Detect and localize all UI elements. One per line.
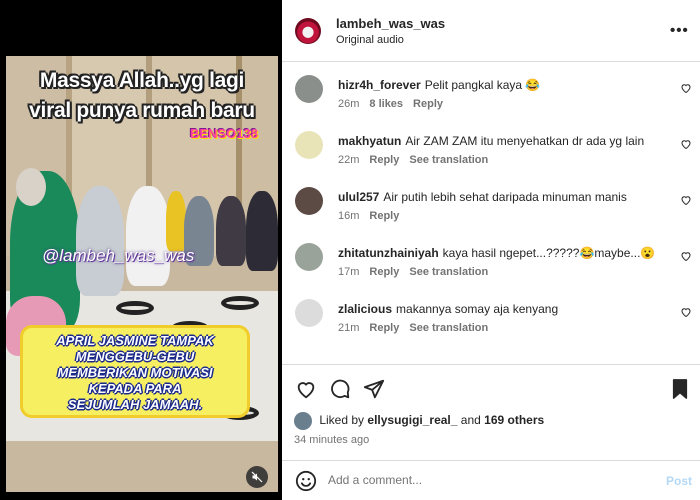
avatar[interactable] [295, 299, 323, 327]
more-options-icon[interactable]: ••• [670, 22, 689, 39]
reply-button[interactable]: Reply [413, 98, 443, 110]
heart-icon[interactable] [680, 306, 692, 318]
person-figure [76, 186, 124, 296]
overlay-title-line: Massya Allah..yg lagi [39, 69, 245, 92]
caption-line: SEJUMLAH JAMAAH. [67, 397, 203, 412]
person-figure [126, 186, 170, 286]
likes-prefix: Liked by [319, 413, 365, 428]
avatar[interactable] [294, 412, 312, 430]
comment-time: 17m [338, 266, 360, 278]
add-comment-bar: Post [282, 460, 700, 500]
reply-button[interactable]: Reply [369, 322, 399, 334]
comment-text: Air ZAM ZAM itu menyehatkan dr ada yg la… [405, 134, 645, 148]
overlay-title-line: viral punya rumah baru [29, 99, 255, 122]
reply-button[interactable]: Reply [369, 266, 399, 278]
video-frame[interactable]: Massya Allah..yg lagi viral punya rumah … [6, 56, 278, 492]
comment-line: zhitatunzhainiyah kaya hasil ngepet...???… [338, 246, 668, 260]
reply-button[interactable]: Reply [369, 210, 399, 222]
comment-time: 26m [338, 98, 360, 110]
comment-username[interactable]: ulul257 [338, 190, 379, 204]
liked-by-user[interactable]: ellysugigi_real_ [367, 413, 457, 427]
caption-line: KEPADA PARA [88, 381, 182, 396]
video-overlay-title: Massya Allah..yg lagi viral punya rumah … [6, 66, 278, 126]
likes-and: and [460, 413, 481, 428]
comment-item: zhitatunzhainiyah kaya hasil ngepet...???… [282, 230, 700, 286]
see-translation-link[interactable]: See translation [409, 322, 488, 334]
heart-icon[interactable] [680, 82, 692, 94]
likes-summary: Liked by ellysugigi_real_ and 169 others [294, 412, 544, 430]
heart-icon[interactable] [680, 250, 692, 262]
comment-item: makhyatun Air ZAM ZAM itu menyehatkan dr … [282, 118, 700, 174]
heart-icon[interactable] [680, 138, 692, 150]
header-username[interactable]: lambeh_was_was [336, 16, 445, 31]
comment-time: 22m [338, 154, 360, 166]
share-send-icon[interactable] [363, 378, 385, 400]
comment-item: hizr4h_forever Pelit pangkal kaya 😂 26m 8 … [282, 62, 700, 118]
comment-text: Pelit pangkal kaya 😂 [424, 78, 541, 92]
comment-item-partial [282, 352, 700, 364]
comment-item: ulul257 Air putih lebih sehat daripada mi… [282, 174, 700, 230]
caption-line: APRIL JASMINE TAMPAK [56, 333, 214, 348]
comment-text: kaya hasil ngepet...?????😂maybe...😮 [442, 246, 656, 260]
brand-logo: BENSO138 [190, 126, 258, 141]
caption-text: APRIL JASMINE TAMPAK MENGGEBU-GEBU MEMBE… [20, 333, 250, 413]
comment-likes[interactable]: 8 likes [369, 98, 403, 110]
comment-text: makannya somay aja kenyang [396, 302, 559, 316]
mute-button[interactable] [246, 466, 268, 488]
heart-icon[interactable] [680, 194, 692, 206]
comment-username[interactable]: zhitatunzhainiyah [338, 246, 439, 260]
add-comment-input[interactable] [328, 473, 628, 487]
see-translation-link[interactable]: See translation [409, 266, 488, 278]
action-bar [282, 364, 700, 404]
post-media[interactable]: Massya Allah..yg lagi viral punya rumah … [0, 0, 282, 500]
comment-meta: 22m Reply See translation [338, 154, 498, 166]
post-timestamp[interactable]: 34 minutes ago [294, 434, 369, 446]
avatar[interactable] [295, 75, 323, 103]
account-watermark: @lambeh_was_was [42, 246, 195, 265]
comment-text: Air putih lebih sehat daripada minuman m… [383, 190, 627, 204]
post-header: lambeh_was_was Original audio ••• [282, 0, 700, 62]
bookmark-saved-icon[interactable] [670, 378, 690, 400]
comment-time: 21m [338, 322, 360, 334]
comment-line: makhyatun Air ZAM ZAM itu menyehatkan dr … [338, 134, 668, 148]
avatar[interactable] [295, 131, 323, 159]
likes-others[interactable]: 169 others [484, 413, 544, 427]
speaker-muted-icon [251, 471, 263, 483]
avatar[interactable] [295, 243, 323, 271]
comment-bubble-icon[interactable] [329, 378, 351, 400]
comment-meta: 16m Reply [338, 210, 409, 222]
post-panel: lambeh_was_was Original audio ••• hizr4h… [282, 0, 700, 500]
reply-button[interactable]: Reply [369, 154, 399, 166]
person-figure [246, 191, 278, 271]
like-heart-icon[interactable] [295, 378, 317, 400]
comment-username[interactable]: hizr4h_forever [338, 78, 421, 92]
comment-line: ulul257 Air putih lebih sehat daripada mi… [338, 190, 668, 204]
post-button[interactable]: Post [666, 474, 692, 488]
comment-item: zlalicious makannya somay aja kenyang 21m… [282, 286, 700, 342]
see-translation-link[interactable]: See translation [409, 154, 488, 166]
caption-line: MENGGEBU-GEBU [75, 349, 195, 364]
avatar[interactable] [295, 187, 323, 215]
audio-link[interactable]: Original audio [336, 34, 404, 46]
emoji-icon[interactable] [295, 470, 317, 492]
person-figure [16, 168, 46, 206]
comment-username[interactable]: makhyatun [338, 134, 401, 148]
comment-meta: 17m Reply See translation [338, 266, 498, 278]
comment-time: 16m [338, 210, 360, 222]
comment-line: hizr4h_forever Pelit pangkal kaya 😂 [338, 78, 668, 92]
comment-username[interactable]: zlalicious [338, 302, 392, 316]
person-figure [216, 196, 246, 266]
person-figure [166, 191, 186, 251]
comment-meta: 26m 8 likes Reply [338, 98, 453, 110]
comments-list[interactable]: hizr4h_forever Pelit pangkal kaya 😂 26m 8 … [282, 62, 700, 364]
comment-meta: 21m Reply See translation [338, 322, 498, 334]
comment-line: zlalicious makannya somay aja kenyang [338, 302, 668, 316]
caption-line: MEMBERIKAN MOTIVASI [57, 365, 213, 380]
avatar[interactable] [295, 18, 321, 44]
